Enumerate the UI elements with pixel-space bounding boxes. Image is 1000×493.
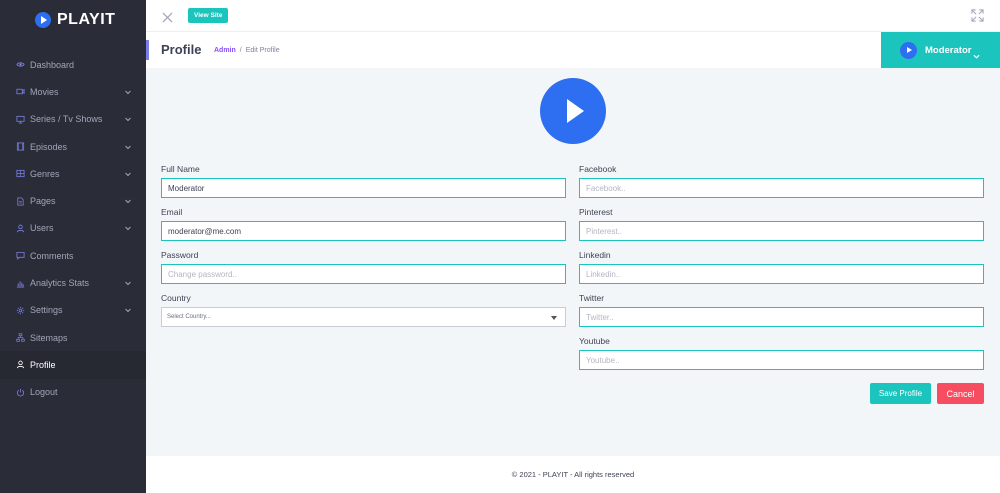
chevron-down-icon bbox=[124, 115, 132, 123]
sidebar-item-label: Sitemaps bbox=[30, 332, 68, 343]
comment-icon bbox=[16, 251, 25, 261]
chevron-down-icon bbox=[124, 170, 132, 178]
title-accent-bar bbox=[146, 40, 149, 60]
chevron-down-icon bbox=[124, 88, 132, 96]
sidebar-item-label: Episodes bbox=[30, 141, 68, 152]
view-site-button[interactable]: View Site bbox=[188, 8, 229, 23]
sidebar-item-series-tv-shows[interactable]: Series / Tv Shows bbox=[0, 106, 146, 133]
full-name-label: Full Name bbox=[161, 164, 200, 174]
topbar: View Site bbox=[146, 0, 1000, 32]
sidebar-item-settings[interactable]: Settings bbox=[0, 297, 146, 324]
user-icon bbox=[16, 224, 25, 233]
sidebar-item-label: Movies bbox=[30, 86, 59, 97]
chevron-down-icon bbox=[124, 279, 132, 287]
sidebar-item-label: Profile bbox=[30, 359, 56, 370]
country-select[interactable]: Select Country... bbox=[161, 307, 566, 327]
footer: © 2021 - PLAYIT - All rights reserved bbox=[146, 456, 1000, 493]
email-input[interactable] bbox=[161, 221, 566, 241]
breadcrumb-admin-link[interactable]: Admin bbox=[214, 47, 236, 54]
sidebar-nav: Dashboard Movies Series / Tv Shows Episodes… bbox=[0, 51, 146, 406]
subheader: Profile Admin / Edit Profile Moderator bbox=[146, 32, 1000, 68]
play-logo-icon bbox=[35, 12, 51, 28]
document-icon bbox=[16, 197, 25, 206]
password-label: Password bbox=[161, 250, 199, 260]
sidebar-item-profile[interactable]: Profile bbox=[0, 351, 146, 379]
twitter-label: Twitter bbox=[579, 293, 605, 303]
gear-icon bbox=[16, 306, 25, 315]
sidebar-item-comments[interactable]: Comments bbox=[0, 242, 146, 269]
user-avatar-icon bbox=[900, 41, 917, 59]
save-profile-button[interactable]: Save Profile bbox=[870, 383, 931, 404]
power-icon bbox=[16, 388, 25, 397]
sitemap-icon bbox=[16, 333, 25, 342]
email-label: Email bbox=[161, 207, 183, 217]
chevron-down-icon bbox=[124, 143, 132, 151]
sidebar-item-label: Series / Tv Shows bbox=[30, 114, 103, 125]
twitter-input[interactable] bbox=[579, 307, 984, 327]
sidebar-item-episodes[interactable]: Episodes bbox=[0, 133, 146, 160]
sidebar-item-genres[interactable]: Genres bbox=[0, 160, 146, 187]
breadcrumb-current: Edit Profile bbox=[245, 47, 280, 54]
brand-name: PLAYIT bbox=[57, 11, 116, 28]
chevron-down-icon bbox=[973, 47, 981, 59]
breadcrumb-separator: / bbox=[239, 47, 242, 54]
caret-down-icon bbox=[551, 316, 557, 320]
film-icon bbox=[16, 142, 25, 151]
page-title: Profile bbox=[161, 42, 202, 57]
monitor-icon bbox=[16, 115, 25, 124]
breadcrumb: Admin / Edit Profile bbox=[214, 47, 280, 54]
sidebar-item-label: Settings bbox=[30, 305, 63, 316]
youtube-input[interactable] bbox=[579, 350, 984, 370]
bar-chart-icon bbox=[16, 279, 25, 288]
country-select-value: Select Country... bbox=[167, 314, 211, 320]
sidebar-item-dashboard[interactable]: Dashboard bbox=[0, 51, 146, 78]
sidebar-item-logout[interactable]: Logout bbox=[0, 379, 146, 406]
grid-icon bbox=[16, 169, 25, 178]
facebook-input[interactable] bbox=[579, 178, 984, 198]
sidebar-item-label: Comments bbox=[30, 250, 74, 261]
sidebar-item-label: Dashboard bbox=[30, 59, 75, 70]
sidebar-item-analytics-stats[interactable]: Analytics Stats bbox=[0, 269, 146, 296]
facebook-label: Facebook bbox=[579, 164, 617, 174]
sidebar-item-label: Genres bbox=[30, 168, 60, 179]
sidebar-item-movies[interactable]: Movies bbox=[0, 78, 146, 105]
sidebar-item-sitemaps[interactable]: Sitemaps bbox=[0, 324, 146, 351]
cancel-button[interactable]: Cancel bbox=[937, 383, 984, 404]
pinterest-input[interactable] bbox=[579, 221, 984, 241]
country-label: Country bbox=[161, 293, 191, 303]
linkedin-input[interactable] bbox=[579, 264, 984, 284]
sidebar-item-label: Logout bbox=[30, 387, 58, 398]
password-input[interactable] bbox=[161, 264, 566, 284]
video-icon bbox=[16, 87, 25, 96]
full-name-input[interactable] bbox=[161, 178, 566, 198]
linkedin-label: Linkedin bbox=[579, 250, 611, 260]
user-menu[interactable]: Moderator bbox=[881, 32, 1000, 68]
sidebar-item-label: Analytics Stats bbox=[30, 278, 90, 289]
chevron-down-icon bbox=[124, 306, 132, 314]
copyright-text: © 2021 - PLAYIT - All rights reserved bbox=[511, 470, 635, 479]
profile-avatar-icon[interactable] bbox=[540, 78, 606, 144]
chevron-down-icon bbox=[124, 197, 132, 205]
sidebar-item-pages[interactable]: Pages bbox=[0, 187, 146, 214]
pinterest-label: Pinterest bbox=[579, 207, 613, 217]
fullscreen-icon[interactable] bbox=[971, 9, 984, 22]
user-icon bbox=[16, 360, 25, 369]
user-name: Moderator bbox=[925, 44, 972, 56]
chevron-down-icon bbox=[124, 224, 132, 232]
close-icon[interactable] bbox=[162, 10, 173, 23]
youtube-label: Youtube bbox=[579, 336, 610, 346]
sidebar-item-users[interactable]: Users bbox=[0, 215, 146, 242]
sidebar-item-label: Pages bbox=[30, 196, 56, 207]
brand[interactable]: PLAYIT bbox=[0, 0, 146, 40]
eye-icon bbox=[16, 60, 25, 69]
sidebar-item-label: Users bbox=[30, 223, 54, 234]
sidebar: PLAYIT Dashboard Movies Series / Tv Shows E… bbox=[0, 0, 146, 493]
